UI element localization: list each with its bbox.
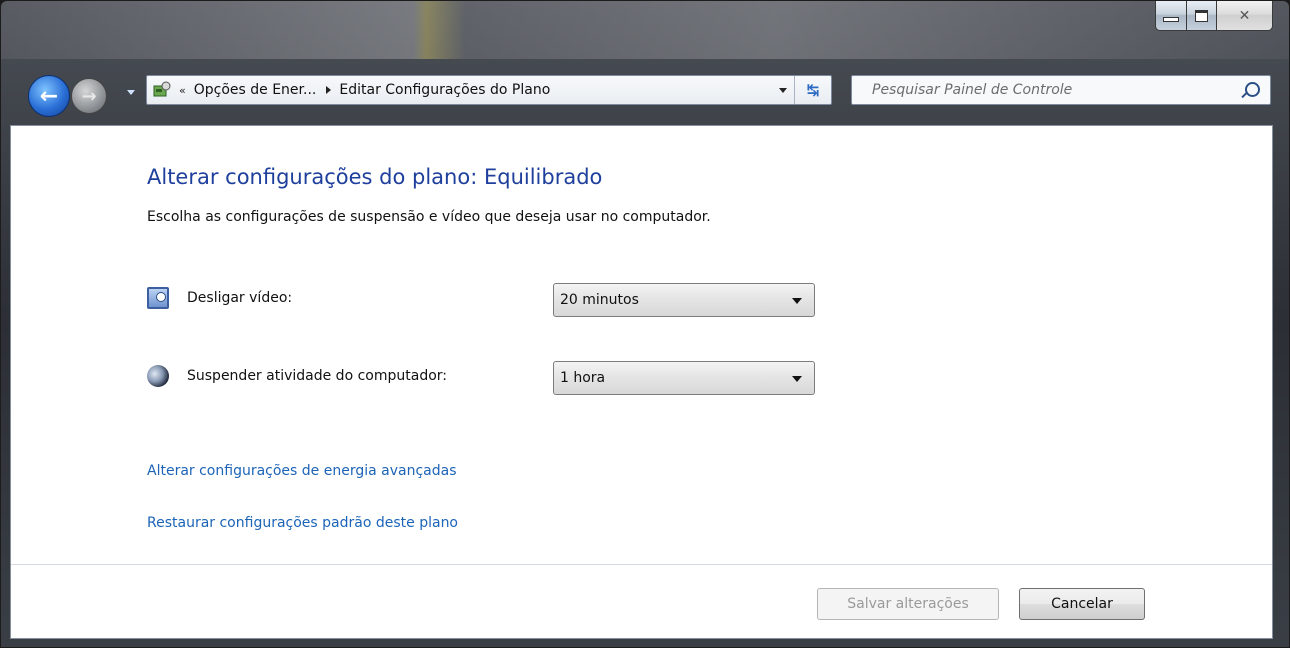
footer-divider <box>11 564 1272 565</box>
breadcrumb-overflow-chevron[interactable]: « <box>179 84 186 97</box>
advanced-power-settings-link[interactable]: Alterar configurações de energia avançad… <box>147 463 457 479</box>
sleep-label: Suspender atividade do computador: <box>187 368 447 384</box>
page-subtitle: Escolha as configurações de suspensão e … <box>147 209 711 225</box>
chevron-down-icon <box>792 298 802 304</box>
save-changes-button[interactable]: Salvar alterações <box>817 588 999 620</box>
minimize-icon <box>1163 17 1179 22</box>
control-panel-icon <box>151 79 173 101</box>
restore-defaults-link[interactable]: Restaurar configurações padrão deste pla… <box>147 515 458 531</box>
back-arrow-icon: ← <box>39 83 59 109</box>
search-box[interactable] <box>851 75 1271 105</box>
forward-arrow-icon: → <box>81 85 97 107</box>
forward-button[interactable]: → <box>71 78 107 114</box>
page-title: Alterar configurações do plano: Equilibr… <box>147 165 603 189</box>
back-button[interactable]: ← <box>28 75 70 117</box>
glass-titlebar <box>1 1 1289 59</box>
moon-sleep-icon <box>147 365 169 387</box>
address-bar[interactable]: « Opções de Ener... Editar Configurações… <box>146 75 832 105</box>
breadcrumb-power-options[interactable]: Opções de Ener... <box>194 82 317 98</box>
content-pane: Alterar configurações do plano: Equilibr… <box>10 125 1273 639</box>
monitor-clock-icon <box>147 287 169 309</box>
maximize-button[interactable] <box>1187 1 1217 31</box>
display-off-value: 20 minutos <box>560 292 639 308</box>
search-input[interactable] <box>870 81 1234 99</box>
cancel-button[interactable]: Cancelar <box>1019 588 1145 620</box>
display-off-select[interactable]: 20 minutos <box>553 283 815 317</box>
caption-buttons: ✕ <box>1155 1 1273 31</box>
sleep-select[interactable]: 1 hora <box>553 361 815 395</box>
close-button[interactable]: ✕ <box>1217 1 1273 31</box>
breadcrumb-edit-plan-settings[interactable]: Editar Configurações do Plano <box>339 82 550 98</box>
search-icon[interactable] <box>1245 82 1260 97</box>
explorer-window: ✕ ← → « Opções de Ener... Editar Configu… <box>0 0 1290 648</box>
breadcrumb-separator-icon[interactable] <box>326 86 332 94</box>
close-icon: ✕ <box>1238 7 1251 24</box>
maximize-icon <box>1195 9 1208 22</box>
minimize-button[interactable] <box>1155 1 1187 31</box>
recent-pages-dropdown[interactable] <box>127 90 135 95</box>
address-dropdown-icon[interactable] <box>779 88 787 93</box>
refresh-icon: ↹ <box>806 81 820 99</box>
chevron-down-icon <box>792 376 802 382</box>
refresh-button[interactable]: ↹ <box>794 76 831 104</box>
display-off-label: Desligar vídeo: <box>187 290 293 306</box>
sleep-value: 1 hora <box>560 370 606 386</box>
